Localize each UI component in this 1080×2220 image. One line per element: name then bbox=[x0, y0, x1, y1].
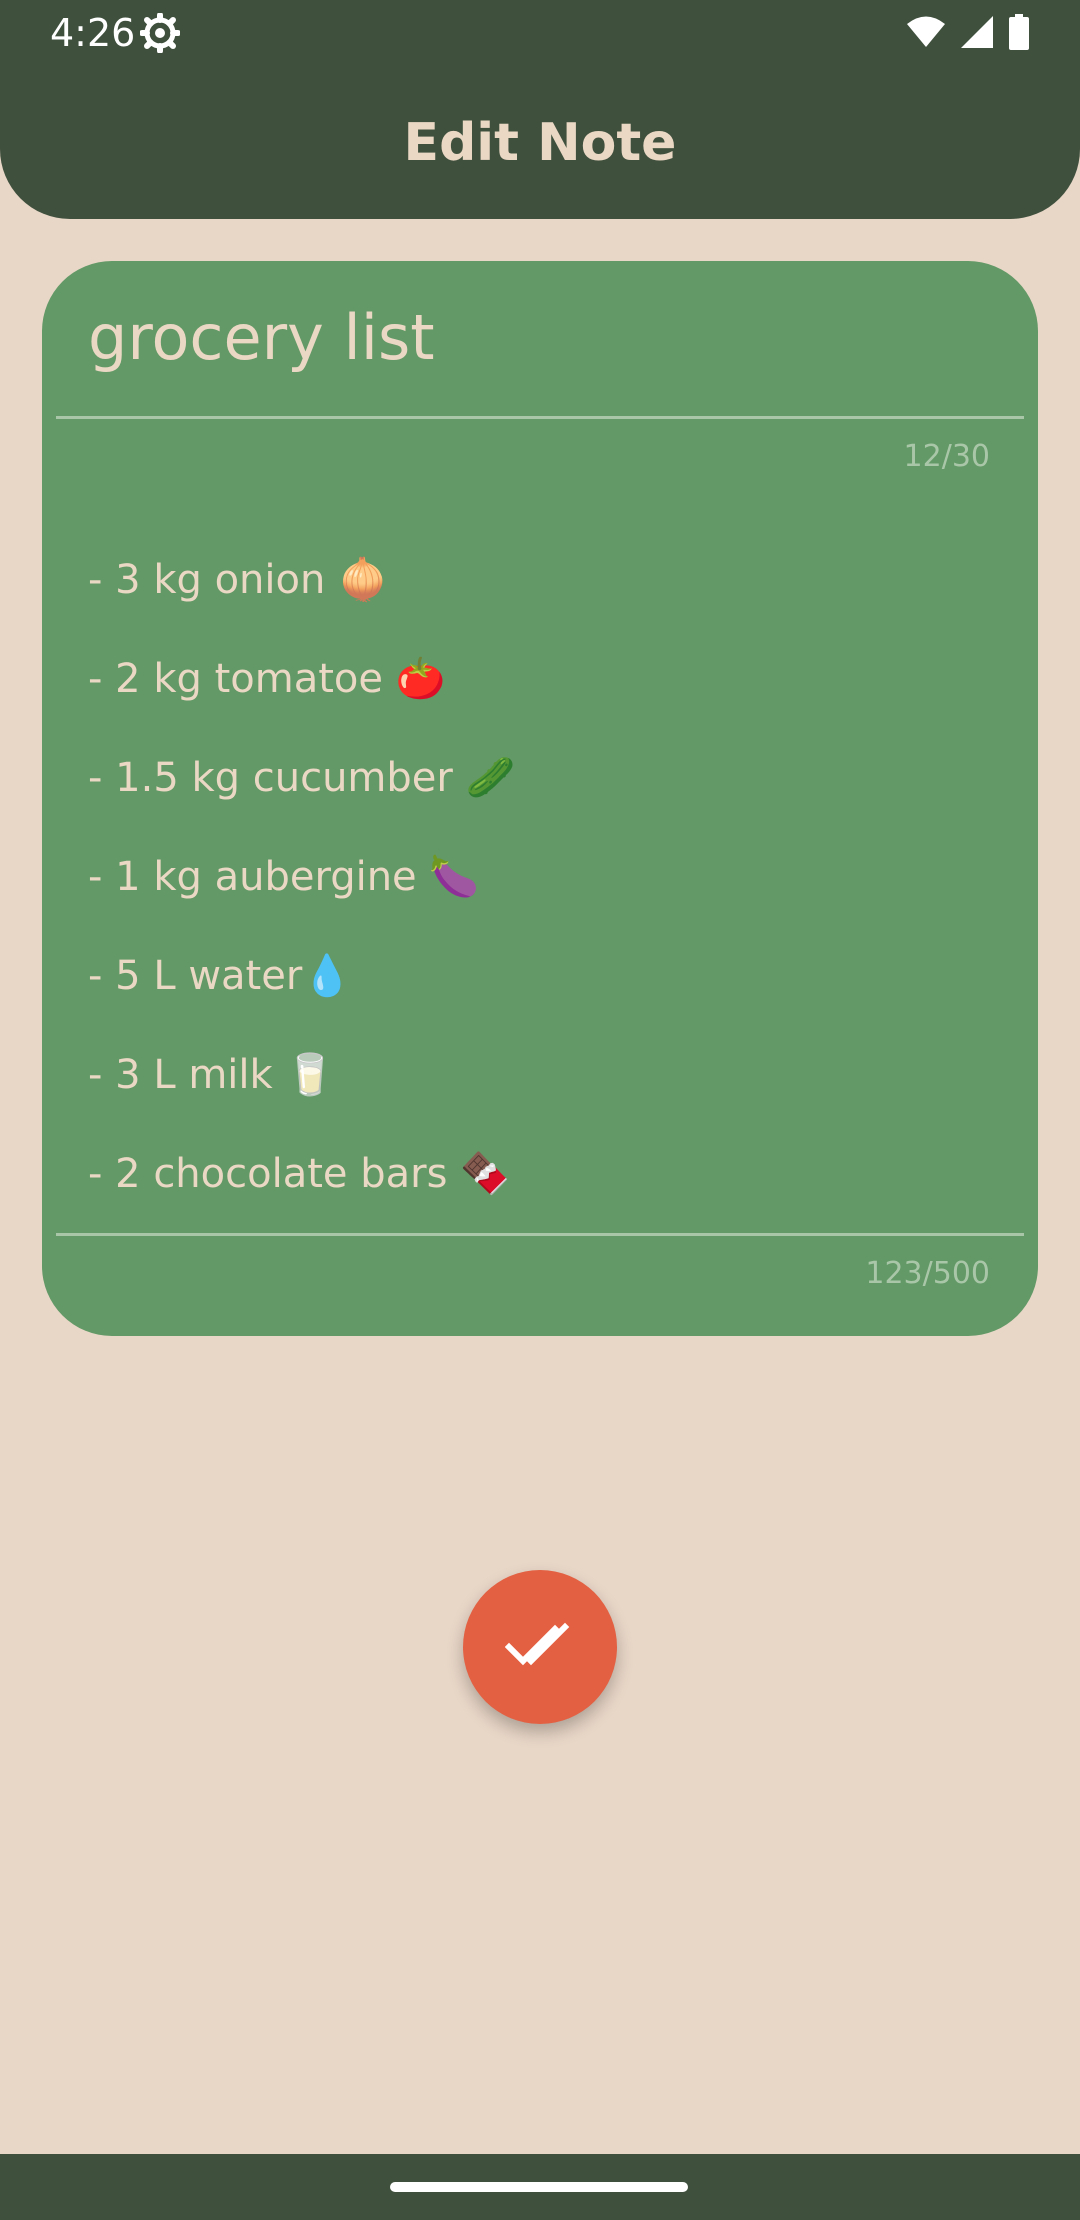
body-underline bbox=[56, 1233, 1024, 1236]
home-handle[interactable] bbox=[390, 2182, 688, 2192]
battery-icon bbox=[1008, 14, 1030, 54]
page-title: Edit Note bbox=[403, 113, 677, 173]
navigation-bar bbox=[0, 2154, 1080, 2220]
note-body-line: - 3 kg onion 🧅 bbox=[88, 557, 388, 603]
note-body-input[interactable]: - 3 kg onion 🧅 - 2 kg tomatoe 🍅 - 1.5 kg… bbox=[88, 531, 988, 1224]
app-bar: 4:26 Edit Note bbox=[0, 0, 1080, 219]
body-char-counter: 123/500 bbox=[865, 1256, 990, 1291]
status-icons bbox=[906, 14, 1030, 54]
note-body-line: - 3 L milk 🥛 bbox=[88, 1052, 336, 1098]
note-body-line: - 2 kg tomatoe 🍅 bbox=[88, 656, 446, 702]
note-title-input[interactable]: grocery list bbox=[88, 301, 435, 374]
status-bar: 4:26 bbox=[0, 0, 1080, 66]
status-time: 4:26 bbox=[50, 11, 136, 55]
settings-gear-icon bbox=[139, 12, 181, 54]
wifi-icon bbox=[906, 15, 946, 53]
note-body-line: - 1 kg aubergine 🍆 bbox=[88, 854, 480, 900]
note-body-line: - 2 chocolate bars 🍫 bbox=[88, 1151, 510, 1197]
double-check-icon bbox=[504, 1615, 575, 1679]
note-body-line: - 1.5 kg cucumber 🥒 bbox=[88, 755, 516, 801]
cellular-signal-icon bbox=[960, 15, 994, 53]
note-card: grocery list 12/30 - 3 kg onion 🧅 - 2 kg… bbox=[42, 261, 1038, 1336]
title-char-counter: 12/30 bbox=[903, 439, 990, 474]
save-button[interactable] bbox=[463, 1570, 617, 1724]
note-body-line: - 5 L water💧 bbox=[88, 953, 353, 999]
title-underline bbox=[56, 416, 1024, 419]
